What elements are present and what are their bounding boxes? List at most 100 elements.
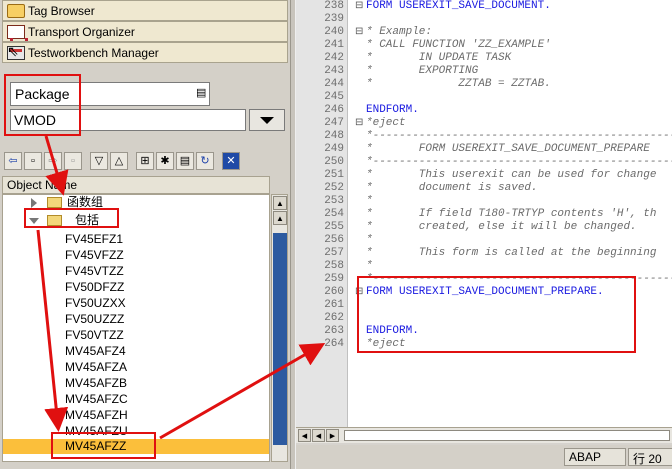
code-line[interactable]: * ZZTAB = ZZTAB. [366, 78, 551, 91]
tree-item[interactable]: MV45AFZ4 [3, 344, 269, 359]
tree-vertical-scrollbar[interactable]: ▲ ▲ [271, 194, 288, 462]
testworkbench-manager-button[interactable]: Testworkbench Manager [2, 42, 288, 63]
line-number: 259 [324, 273, 344, 285]
line-number: 247 [324, 117, 344, 129]
scroll-left-icon[interactable]: ◀ [312, 429, 325, 442]
code-line[interactable]: * FORM USEREXIT_SAVE_DOCUMENT_PREPARE [366, 143, 650, 156]
line-number: 241 [324, 39, 344, 51]
scroll-left-icon[interactable]: ◀ [298, 429, 311, 442]
tag-browser-button[interactable]: Tag Browser [2, 0, 288, 21]
package-dropdown-button[interactable] [249, 109, 285, 131]
cursor-position: 行 20 列 [628, 448, 672, 466]
code-line[interactable]: * This userexit can be used for change [366, 169, 656, 182]
object-tree: 函数组 包括 FV45EFZ1 FV45VFZZ FV45VTZZ FV50DF… [2, 194, 270, 462]
code-line[interactable]: *---------------------------------------… [366, 156, 672, 169]
editor-horizontal-scrollbar[interactable]: ◀ ◀ ▶ [296, 427, 672, 443]
fold-marker-icon[interactable]: ⊟ [355, 26, 363, 39]
tree-toolbar: ⇦ ▫ ⇨ ▫ ▽ △ ⊞ ✱ ▤ ↻ ✕ [2, 148, 288, 174]
tree-item[interactable]: FV45EFZ1 [3, 232, 269, 247]
truck-icon [7, 24, 28, 41]
scroll-thumb[interactable] [273, 233, 287, 445]
testworkbench-manager-label: Testworkbench Manager [28, 45, 159, 60]
code-line[interactable]: *eject [366, 117, 406, 130]
line-number: 239 [324, 13, 344, 25]
collapse-icon[interactable]: ▽ [90, 152, 108, 170]
fold-marker-icon[interactable]: ⊟ [355, 117, 363, 130]
tree-item[interactable]: MV45AFZA [3, 360, 269, 375]
refresh-icon[interactable]: ↻ [196, 152, 214, 170]
tree-item[interactable]: MV45AFZC [3, 392, 269, 407]
code-line[interactable]: *---------------------------------------… [366, 130, 672, 143]
line-number: 248 [324, 130, 344, 142]
tag-browser-label: Tag Browser [28, 3, 95, 18]
line-number: 262 [324, 312, 344, 324]
abap-code-editor[interactable]: 238 ⊟ FORM USEREXIT_SAVE_DOCUMENT. 239 240 ⊟ *… [296, 0, 672, 427]
code-line[interactable]: FORM USEREXIT_SAVE_DOCUMENT. [366, 0, 551, 13]
code-line[interactable]: * If field T180-TRTYP contents 'H', th [366, 208, 656, 221]
line-number: 249 [324, 143, 344, 155]
code-line[interactable]: * CALL FUNCTION 'ZZ_EXAMPLE' [366, 39, 551, 52]
code-line[interactable]: * Example: [366, 26, 432, 39]
page-icon[interactable]: ▫ [24, 152, 42, 170]
back-arrow-icon[interactable]: ⇦ [4, 152, 22, 170]
tree-item[interactable]: FV50UZZZ [3, 312, 269, 327]
code-line[interactable]: * This form is called at the beginning [366, 247, 656, 260]
tree-item[interactable]: FV50VTZZ [3, 328, 269, 343]
code-line[interactable]: ENDFORM. [366, 104, 419, 117]
line-number: 261 [324, 299, 344, 311]
hierarchy-icon[interactable]: ⊞ [136, 152, 154, 170]
object-name-column-header: Object Name [2, 176, 270, 194]
scroll-thumb[interactable] [344, 430, 670, 441]
line-number: 242 [324, 52, 344, 64]
expand-arrow-icon[interactable] [31, 198, 37, 208]
line-number: 240 [324, 26, 344, 38]
code-line[interactable]: * document is saved. [366, 182, 538, 195]
line-number: 243 [324, 65, 344, 77]
line-number: 253 [324, 195, 344, 207]
line-number: 250 [324, 156, 344, 168]
chevron-down-icon [260, 116, 274, 124]
form-highlight-box [357, 276, 636, 353]
package-highlight-box [4, 74, 81, 136]
tree-item[interactable]: FV45VTZZ [3, 264, 269, 279]
code-line[interactable]: * IN UPDATE TASK [366, 52, 511, 65]
code-line[interactable]: * [366, 260, 373, 273]
tree-item[interactable]: FV50UZXX [3, 296, 269, 311]
line-number: 245 [324, 91, 344, 103]
tree-item[interactable]: FV50DFZZ [3, 280, 269, 295]
mouse-cursor-icon: ⇖ [7, 43, 19, 59]
line-number: 251 [324, 169, 344, 181]
tag-icon [7, 3, 25, 18]
editor-status-bar: ABAP 行 20 列 [296, 445, 672, 469]
includes-highlight-box [24, 208, 119, 228]
object-type-list-icon[interactable]: ▤ [196, 86, 206, 99]
tree-item[interactable]: MV45AFZH [3, 408, 269, 423]
code-line[interactable]: * created, else it will be changed. [366, 221, 637, 234]
scroll-up-icon[interactable]: ▲ [273, 196, 287, 210]
folder-icon [47, 197, 62, 208]
object-navigator-pane: Tag Browser Transport Organizer Testwork… [0, 0, 290, 469]
line-number: 252 [324, 182, 344, 194]
tree-item[interactable]: FV45VFZZ [3, 248, 269, 263]
line-number: 255 [324, 221, 344, 233]
close-icon[interactable]: ✕ [222, 152, 240, 170]
selected-include-highlight-box [51, 432, 156, 459]
line-number: 260 [324, 286, 344, 298]
list-icon[interactable]: ▤ [176, 152, 194, 170]
fold-marker-icon[interactable]: ⊟ [355, 0, 363, 13]
expand-icon[interactable]: △ [110, 152, 128, 170]
forward-arrow-icon[interactable]: ⇨ [44, 152, 62, 170]
language-indicator: ABAP [564, 448, 626, 466]
tree-item[interactable]: MV45AFZB [3, 376, 269, 391]
code-line[interactable]: * [366, 195, 373, 208]
line-number: 257 [324, 247, 344, 259]
transport-organizer-button[interactable]: Transport Organizer [2, 21, 288, 42]
line-number: 256 [324, 234, 344, 246]
page-disabled-icon[interactable]: ▫ [64, 152, 82, 170]
code-line[interactable]: * [366, 234, 373, 247]
code-line[interactable]: * EXPORTING [366, 65, 478, 78]
snowflake-icon[interactable]: ✱ [156, 152, 174, 170]
scroll-right-icon[interactable]: ▶ [326, 429, 339, 442]
line-number: 258 [324, 260, 344, 272]
scroll-up-icon[interactable]: ▲ [273, 211, 287, 225]
